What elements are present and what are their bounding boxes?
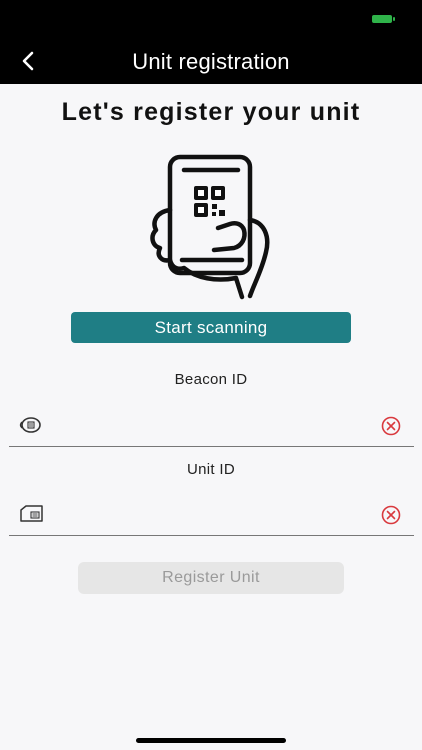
unit-id-label: Unit ID [187,461,235,478]
battery-icon [372,15,395,23]
start-scanning-button[interactable]: Start scanning [71,312,351,343]
hand-phone-qr-icon [150,154,270,300]
headline: Let's register your unit [61,98,361,126]
beacon-icon [19,417,41,433]
unit-id-input[interactable] [53,501,374,529]
home-indicator [136,738,286,743]
register-unit-button[interactable]: Register Unit [78,562,344,594]
unit-card-icon [20,505,43,522]
beacon-id-label: Beacon ID [174,371,248,388]
status-bar [0,0,422,38]
beacon-id-field [9,406,414,447]
beacon-id-input[interactable] [53,412,374,440]
clear-circle-icon[interactable] [380,415,402,437]
page-title: Unit registration [132,49,290,74]
clear-circle-icon[interactable] [380,504,402,526]
navigation-bar: Unit registration [0,38,422,84]
unit-id-field [9,495,414,536]
